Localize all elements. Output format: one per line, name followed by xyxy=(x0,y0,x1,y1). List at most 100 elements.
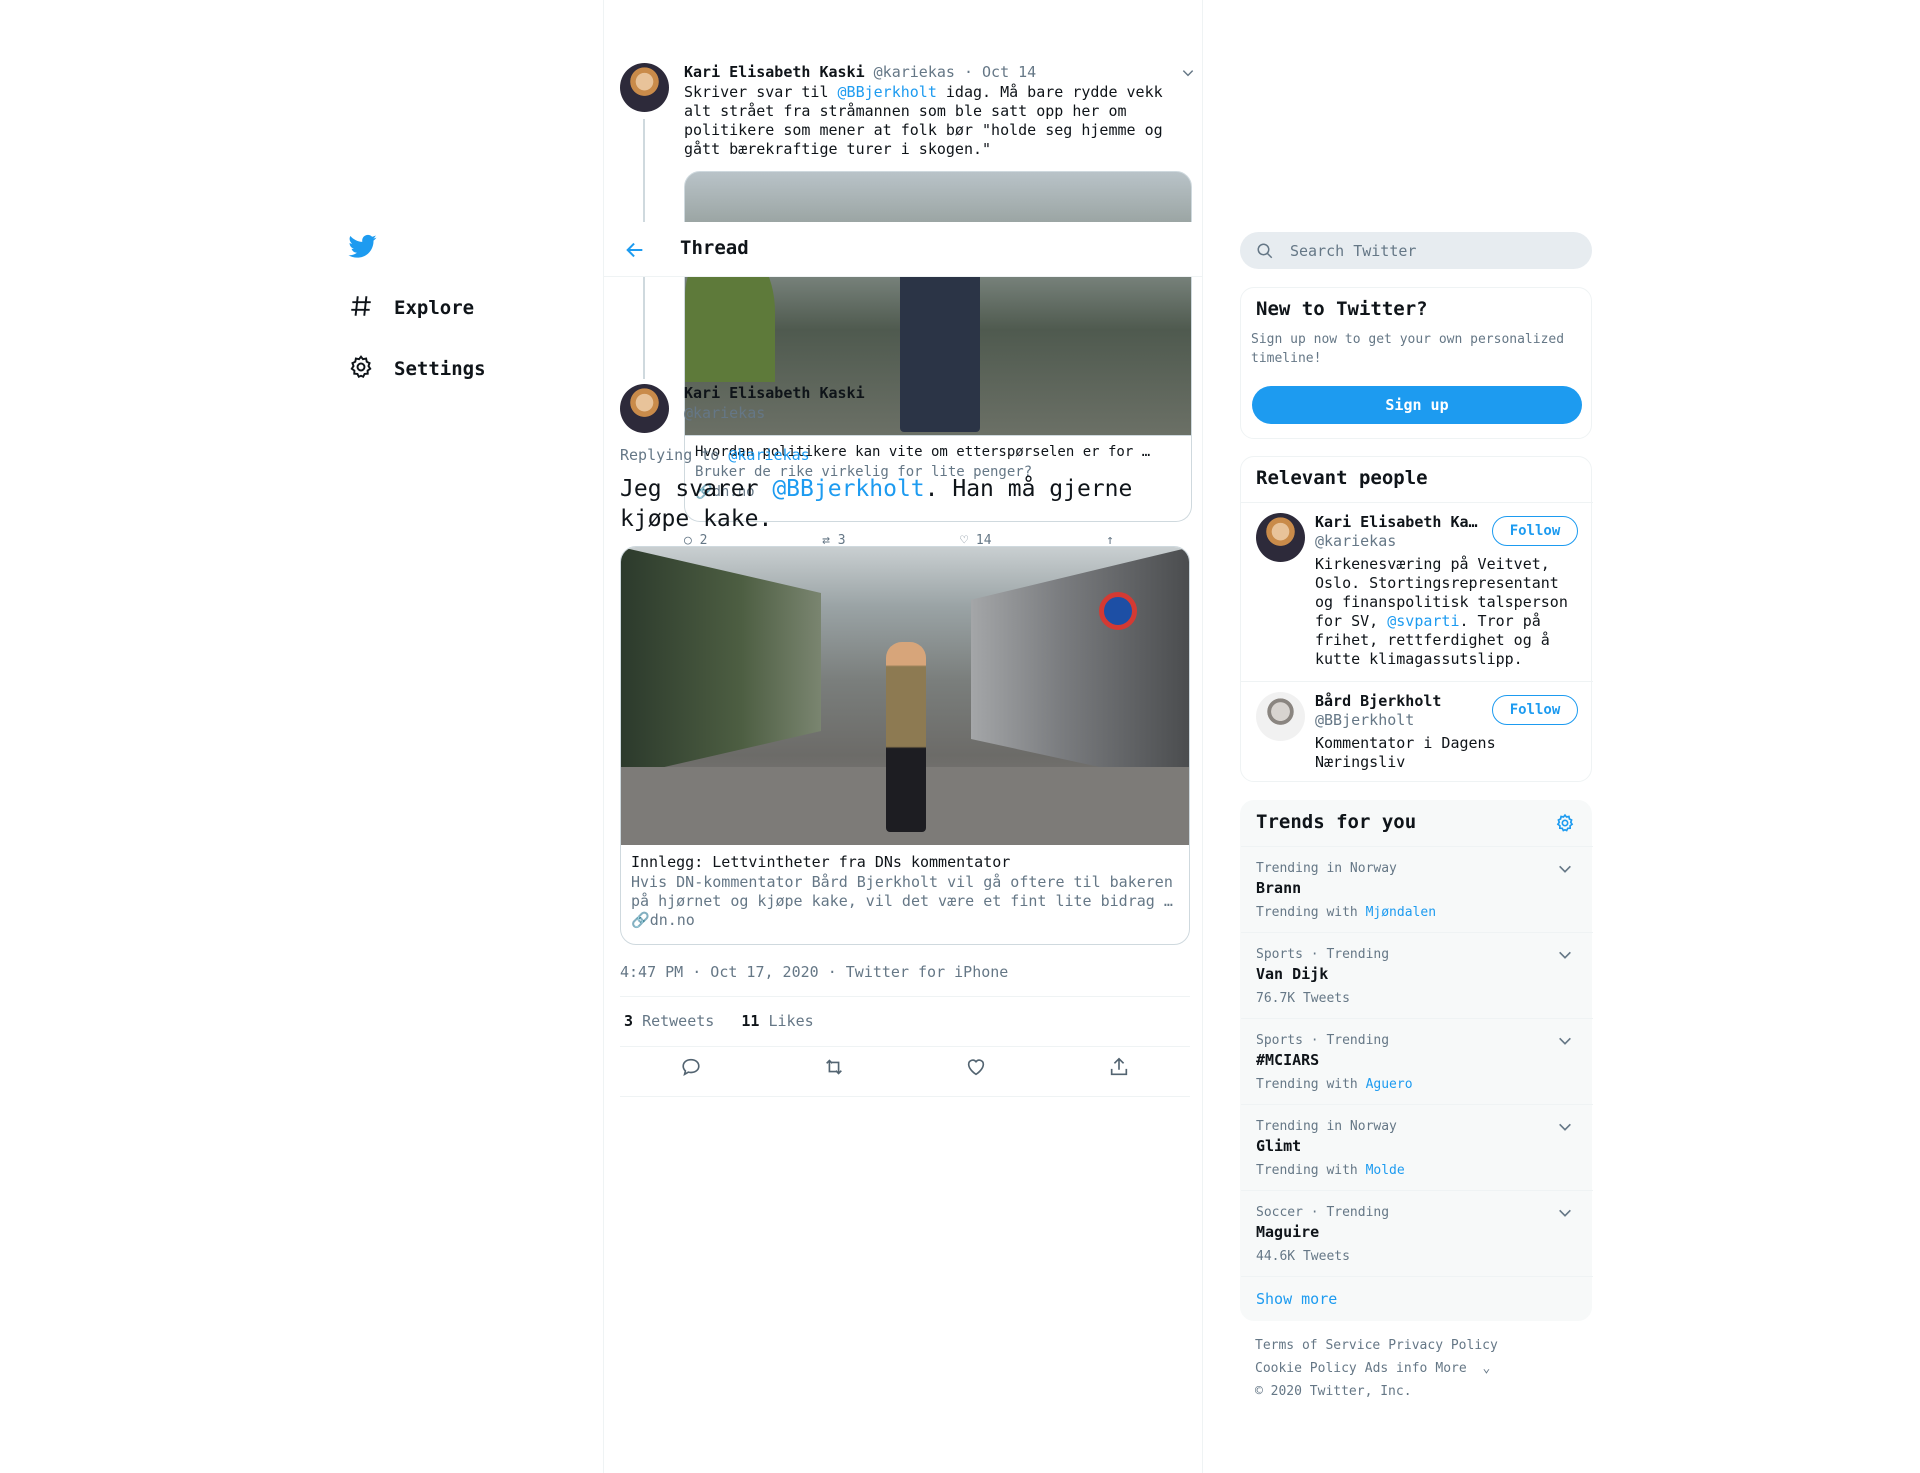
avatar[interactable] xyxy=(620,63,669,112)
mention-link[interactable]: @BBjerkholt xyxy=(772,476,924,502)
author-handle[interactable]: @kariekas xyxy=(684,404,765,422)
trend-link[interactable]: Molde xyxy=(1366,1163,1405,1178)
page-title: Thread xyxy=(680,237,749,259)
avatar[interactable] xyxy=(620,384,669,433)
trend-context: Sports · Trending xyxy=(1256,1033,1390,1048)
trend-context: Sports · Trending xyxy=(1256,947,1390,962)
box-title: New to Twitter? xyxy=(1256,298,1428,320)
trend-subtext: 44.6K Tweets xyxy=(1256,1249,1350,1264)
trends-box: Trends for you Trending in Norway Brann … xyxy=(1240,800,1593,1321)
box-text: Sign up now to get your own personalized… xyxy=(1251,332,1565,366)
new-to-twitter-box: New to Twitter? Sign up now to get your … xyxy=(1240,287,1592,439)
footer-link-terms[interactable]: Terms of Service xyxy=(1255,1338,1380,1353)
tweet-meta: 4:47 PM · Oct 17, 2020 · Twitter for iPh… xyxy=(620,963,1009,981)
trend-item[interactable]: Sports · Trending #MCIARS Trending with … xyxy=(1241,1018,1593,1104)
trend-name: Glimt xyxy=(1256,1137,1302,1155)
link-card[interactable]: Innlegg: Lettvintheter fra DNs kommentat… xyxy=(620,546,1190,945)
trend-item[interactable]: Trending in Norway Glimt Trending with M… xyxy=(1241,1104,1593,1190)
chevron-down-icon[interactable] xyxy=(1557,947,1573,963)
box-title: Relevant people xyxy=(1256,467,1428,489)
trend-link[interactable]: Aguero xyxy=(1366,1077,1413,1092)
person-name[interactable]: Bård Bjerkholt xyxy=(1315,692,1441,710)
trend-subtext: Trending with Mjøndalen xyxy=(1256,905,1437,920)
reply-icon[interactable] xyxy=(680,1056,702,1082)
mention-link[interactable]: @BBjerkholt xyxy=(838,83,937,101)
trend-name: Maguire xyxy=(1256,1223,1320,1241)
search-input[interactable] xyxy=(1290,232,1580,269)
card-title: Innlegg: Lettvintheter fra DNs kommentat… xyxy=(631,853,1011,871)
chevron-down-icon: ⌄ xyxy=(1474,1361,1491,1376)
footer-link-more[interactable]: More ⌄ xyxy=(1435,1361,1498,1376)
person-handle[interactable]: @BBjerkholt xyxy=(1315,711,1414,729)
mention-link[interactable]: @kariekas xyxy=(728,446,809,464)
mention-link[interactable]: @svparti xyxy=(1387,612,1459,630)
heart-icon[interactable] xyxy=(965,1056,987,1082)
avatar[interactable] xyxy=(1256,513,1305,562)
search-bar[interactable] xyxy=(1240,232,1592,269)
person-handle[interactable]: @kariekas xyxy=(1315,532,1396,550)
trend-context: Trending in Norway xyxy=(1256,861,1397,876)
back-arrow-icon[interactable] xyxy=(624,239,646,261)
relevant-people-box: Relevant people Kari Elisabeth Ka… @kari… xyxy=(1240,456,1593,782)
tweet-stats: 3 Retweets 11 Likes xyxy=(624,1012,814,1030)
retweet-icon[interactable] xyxy=(823,1056,845,1082)
sign-up-button[interactable]: Sign up xyxy=(1252,386,1582,424)
twitter-logo-icon[interactable] xyxy=(348,232,378,260)
link-icon: 🔗 xyxy=(631,911,650,929)
trend-item[interactable]: Sports · Trending Van Dijk 76.7K Tweets xyxy=(1241,932,1593,1018)
footer-link-privacy[interactable]: Privacy Policy xyxy=(1388,1338,1498,1353)
trend-link[interactable]: Mjøndalen xyxy=(1366,905,1436,920)
follow-button[interactable]: Follow xyxy=(1492,516,1578,546)
person-bio: Kommentator i Dagens Næringsliv xyxy=(1315,734,1496,771)
tweet-header: Kari Elisabeth Kaski @kariekas · Oct 14 xyxy=(684,63,1037,81)
gear-icon[interactable] xyxy=(1555,813,1575,833)
trend-subtext: Trending with Molde xyxy=(1256,1163,1405,1178)
author-handle[interactable]: @kariekas xyxy=(874,63,955,81)
tweet-actions xyxy=(620,1056,1190,1082)
divider xyxy=(1241,1276,1593,1277)
likes-stat[interactable]: 11 Likes xyxy=(741,1012,813,1030)
tweet-text: Jeg svarer @BBjerkholt. Han må gjerne kj… xyxy=(620,476,1133,532)
box-title: Trends for you xyxy=(1256,811,1417,833)
follow-button[interactable]: Follow xyxy=(1492,695,1578,725)
trend-item[interactable]: Soccer · Trending Maguire 44.6K Tweets xyxy=(1241,1190,1593,1276)
nav-item-settings[interactable]: Settings xyxy=(348,349,486,389)
chevron-down-icon[interactable] xyxy=(1557,1033,1573,1049)
divider xyxy=(620,1046,1190,1047)
copyright: © 2020 Twitter, Inc. xyxy=(1255,1384,1412,1399)
footer: Terms of Service Privacy Policy Cookie Po… xyxy=(1255,1334,1506,1403)
tweet-date[interactable]: Oct 14 xyxy=(982,63,1036,81)
trend-item[interactable]: Trending in Norway Brann Trending with M… xyxy=(1241,846,1593,932)
chevron-down-icon[interactable] xyxy=(1557,861,1573,877)
tweet-text: Skriver svar til @BBjerkholt idag. Må ba… xyxy=(684,83,1163,158)
trend-subtext: 76.7K Tweets xyxy=(1256,991,1350,1006)
chevron-down-icon[interactable] xyxy=(1557,1205,1573,1221)
hashtag-icon xyxy=(348,293,374,324)
trend-name: Van Dijk xyxy=(1256,965,1329,983)
divider xyxy=(620,996,1190,997)
avatar[interactable] xyxy=(1256,692,1305,741)
trend-name: Brann xyxy=(1256,879,1302,897)
person-card[interactable]: Bård Bjerkholt @BBjerkholt Follow Kommen… xyxy=(1241,681,1593,781)
show-more-link[interactable]: Show more xyxy=(1256,1290,1337,1308)
divider xyxy=(620,1096,1190,1097)
tweet-timestamp[interactable]: 4:47 PM · Oct 17, 2020 xyxy=(620,963,819,981)
tweet-source[interactable]: Twitter for iPhone xyxy=(846,963,1009,981)
nav-item-label: Explore xyxy=(394,297,475,319)
card-image xyxy=(621,547,1189,845)
chevron-down-icon[interactable] xyxy=(1557,1119,1573,1135)
share-icon[interactable] xyxy=(1108,1056,1130,1082)
chevron-down-icon[interactable] xyxy=(1181,65,1195,79)
card-description: Hvis DN-kommentator Bård Bjerkholt vil g… xyxy=(631,873,1173,910)
trend-subtext: Trending with Aguero xyxy=(1256,1077,1413,1092)
card-domain: 🔗dn.no xyxy=(631,911,695,929)
footer-link-cookie[interactable]: Cookie Policy xyxy=(1255,1361,1357,1376)
author-name[interactable]: Kari Elisabeth Kaski xyxy=(684,63,865,81)
footer-link-ads-info[interactable]: Ads info xyxy=(1365,1361,1428,1376)
person-card[interactable]: Kari Elisabeth Ka… @kariekas Follow Kirk… xyxy=(1241,502,1593,681)
author-name[interactable]: Kari Elisabeth Kaski xyxy=(684,384,865,402)
retweets-stat[interactable]: 3 Retweets xyxy=(624,1012,714,1030)
trend-context: Soccer · Trending xyxy=(1256,1205,1390,1220)
nav-item-explore[interactable]: Explore xyxy=(348,288,474,328)
person-name[interactable]: Kari Elisabeth Ka… xyxy=(1315,513,1483,531)
